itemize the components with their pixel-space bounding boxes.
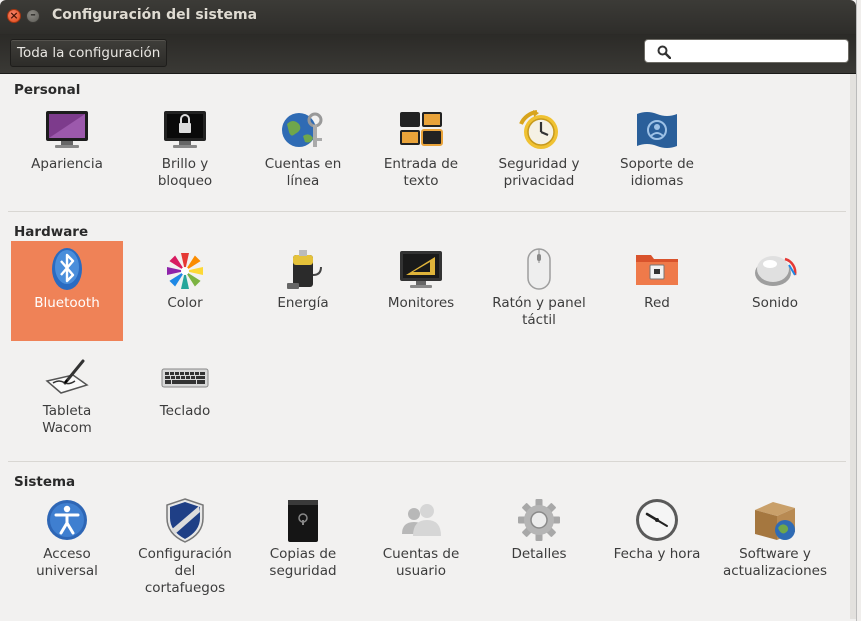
firewall-icon: [166, 498, 204, 543]
item-backup[interactable]: Copias de seguridad: [247, 492, 359, 592]
item-label: Apariencia: [31, 156, 103, 172]
monitors-icon: [400, 251, 442, 288]
item-power[interactable]: Energía: [247, 241, 359, 341]
item-label: Brillo y bloqueo: [157, 156, 213, 189]
title-bar: × – Configuración del sistema: [0, 0, 856, 34]
item-label: Bluetooth: [34, 295, 100, 311]
item-monitors[interactable]: Monitores: [365, 241, 477, 341]
item-label: Red: [644, 295, 670, 311]
item-label: Ratón y panel táctil: [492, 295, 586, 328]
item-label: Entrada de texto: [383, 156, 459, 189]
window-title: Configuración del sistema: [52, 7, 258, 23]
date-time-icon: [636, 499, 678, 541]
item-bluetooth[interactable]: Bluetooth: [11, 241, 123, 341]
all-settings-button[interactable]: Toda la configuración: [10, 39, 168, 67]
close-window-button[interactable]: ×: [7, 9, 21, 23]
sound-icon: [755, 256, 797, 286]
section-separator: [8, 211, 846, 212]
section-title-system: Sistema: [14, 474, 76, 490]
bluetooth-icon: [52, 248, 82, 290]
item-label: Seguridad y privacidad: [498, 156, 580, 189]
toolbar: Toda la configuración: [0, 34, 856, 74]
minimize-icon: –: [30, 8, 36, 21]
details-icon: [518, 499, 560, 541]
item-label: Soporte de idiomas: [620, 156, 694, 189]
section-separator: [8, 461, 846, 462]
item-user-accounts[interactable]: Cuentas de usuario: [365, 492, 477, 592]
item-label: Teclado: [159, 403, 211, 419]
power-icon: [287, 250, 322, 289]
settings-window: × – Configuración del sistema Toda la co…: [0, 0, 856, 621]
item-label: Sonido: [752, 295, 798, 311]
item-label: Software y actualizaciones: [722, 546, 827, 579]
user-accounts-icon: [402, 504, 441, 536]
text-entry-icon: [400, 112, 443, 146]
item-label: Tableta Wacom: [42, 403, 92, 436]
item-sound[interactable]: Sonido: [719, 241, 831, 341]
appearance-icon: [46, 111, 88, 148]
item-label: Acceso universal: [36, 546, 98, 579]
universal-access-icon: [47, 500, 87, 540]
item-language-support[interactable]: Soporte de idiomas: [601, 102, 713, 202]
online-accounts-icon: [282, 112, 323, 147]
item-label: Monitores: [387, 295, 455, 311]
search-input[interactable]: [677, 42, 846, 62]
brightness-lock-icon: [164, 111, 206, 148]
color-icon: [167, 253, 203, 289]
search-icon: [657, 45, 671, 59]
item-label: Copias de seguridad: [269, 546, 337, 579]
section-title-personal: Personal: [14, 82, 81, 98]
item-text-entry[interactable]: Entrada de texto: [365, 102, 477, 202]
wacom-tablet-icon: [45, 359, 89, 394]
minimize-window-button[interactable]: –: [26, 9, 40, 23]
item-keyboard[interactable]: Teclado: [129, 349, 241, 449]
item-date-time[interactable]: Fecha y hora: [601, 492, 713, 592]
item-label: Cuentas en línea: [264, 156, 342, 189]
item-software-updates[interactable]: Software y actualizaciones: [719, 492, 831, 592]
item-label: Configuración del cortafuegos: [138, 546, 232, 596]
item-details[interactable]: Detalles: [483, 492, 595, 592]
keyboard-icon: [161, 368, 209, 388]
language-support-icon: [637, 112, 677, 148]
item-online-accounts[interactable]: Cuentas en línea: [247, 102, 359, 202]
mouse-touchpad-icon: [527, 248, 551, 290]
item-universal-access[interactable]: Acceso universal: [11, 492, 123, 592]
item-appearance[interactable]: Apariencia: [11, 102, 123, 202]
item-brightness-lock[interactable]: Brillo y bloqueo: [129, 102, 241, 202]
item-label: Cuentas de usuario: [382, 546, 460, 579]
search-box[interactable]: [644, 39, 849, 63]
backup-icon: [288, 500, 318, 542]
item-security-privacy[interactable]: Seguridad y privacidad: [483, 102, 595, 202]
item-firewall[interactable]: Configuración del cortafuegos: [129, 492, 241, 596]
item-label: Color: [167, 295, 203, 311]
section-title-hardware: Hardware: [14, 224, 89, 240]
network-icon: [636, 255, 678, 285]
security-privacy-icon: [519, 110, 558, 149]
item-label: Fecha y hora: [613, 546, 701, 562]
item-color[interactable]: Color: [129, 241, 241, 341]
item-network[interactable]: Red: [601, 241, 713, 341]
item-label: Detalles: [511, 546, 567, 562]
item-wacom-tablet[interactable]: Tableta Wacom: [11, 349, 123, 449]
item-label: Energía: [277, 295, 329, 311]
item-mouse-touchpad[interactable]: Ratón y panel táctil: [483, 241, 595, 341]
scrollbar[interactable]: [850, 74, 856, 619]
close-icon: ×: [9, 9, 19, 22]
software-updates-icon: [755, 502, 795, 540]
